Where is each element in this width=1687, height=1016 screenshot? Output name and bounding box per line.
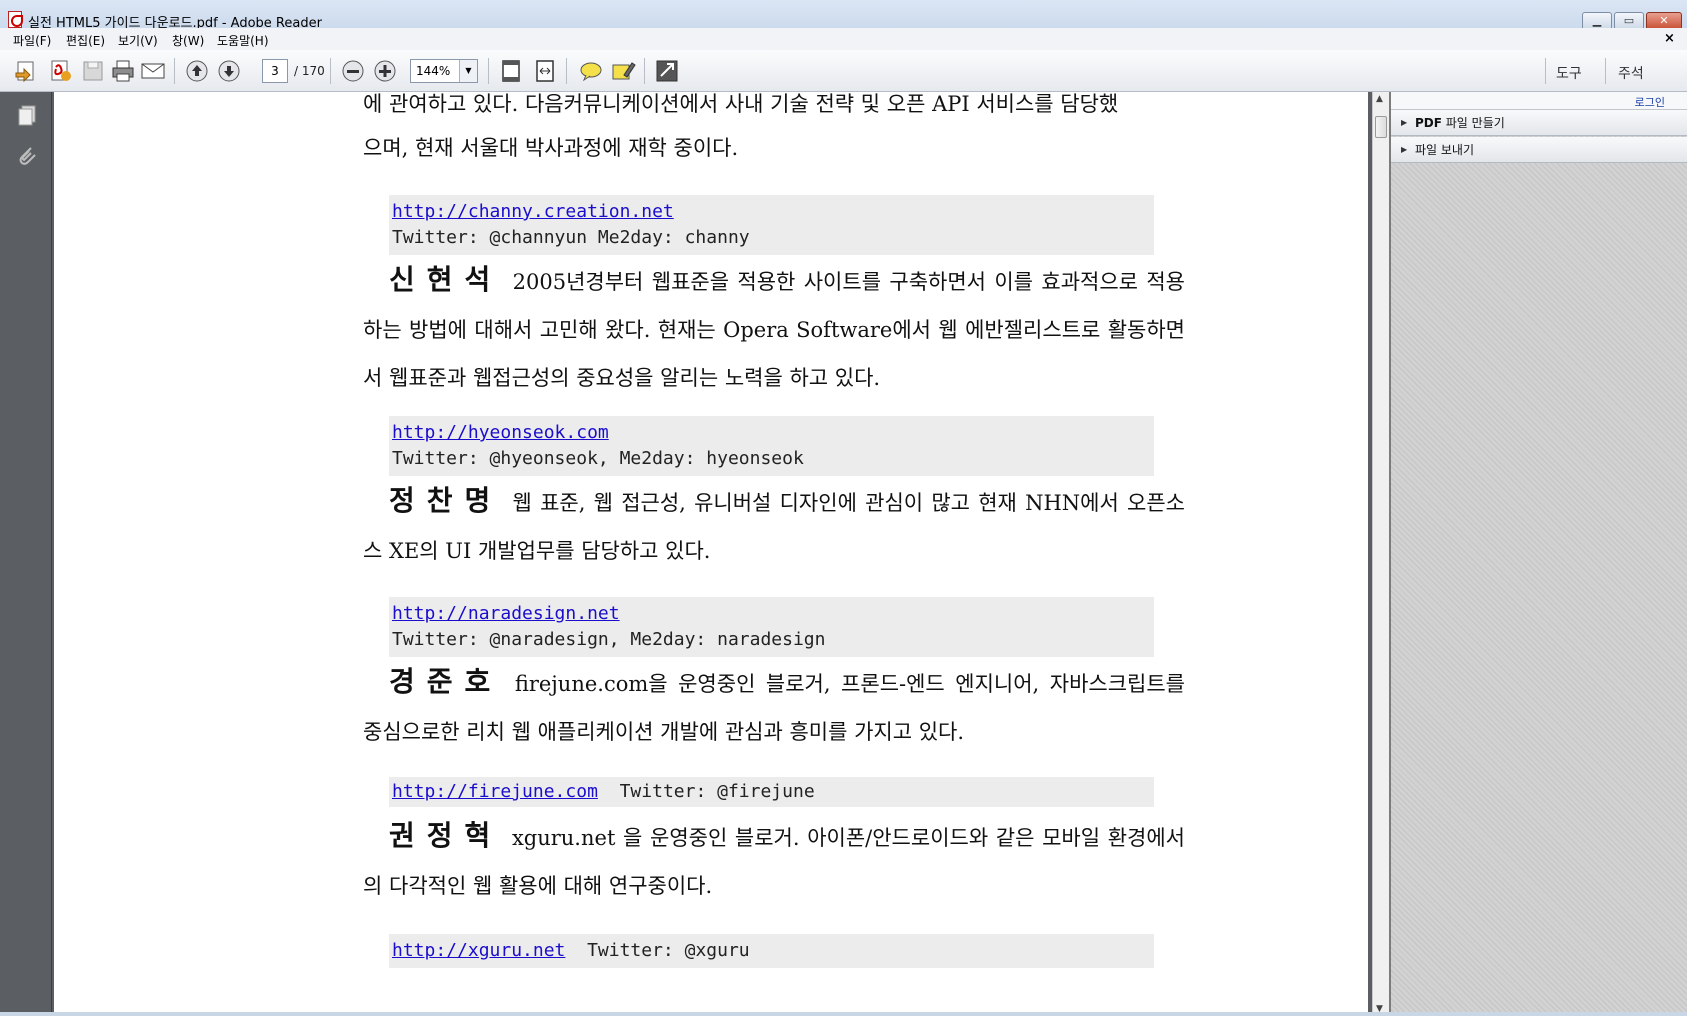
- zoom-in-icon[interactable]: [372, 59, 398, 83]
- twitter-text: Twitter: @xguru: [587, 940, 750, 961]
- login-link[interactable]: 로그인: [1635, 94, 1665, 110]
- separator: [174, 58, 175, 84]
- separator: [566, 58, 567, 84]
- twitter-text: Twitter: @channyun Me2day: channy: [392, 227, 750, 248]
- twitter-text: Twitter: @hyeonseok, Me2day: hyeonseok: [392, 448, 804, 469]
- scroll-up-icon[interactable]: ▲: [1376, 94, 1383, 104]
- zoom-select[interactable]: 144% ▼: [410, 59, 478, 83]
- zoom-out-icon[interactable]: [340, 59, 366, 83]
- panel-label-bold: PDF: [1415, 116, 1442, 130]
- author-name: 경준호: [389, 665, 503, 698]
- paragraph-bio: 권정혁 xguru.net 을 운영중인 블로거. 아이폰/안드로이드와 같은 …: [363, 812, 1185, 910]
- menu-edit[interactable]: 편집(E): [66, 32, 105, 49]
- document-viewport[interactable]: 에 관여하고 있다. 다음커뮤니케이션에서 사내 기술 전략 및 오픈 API …: [52, 92, 1372, 1016]
- contact-box: http://firejune.com Twitter: @firejune: [389, 777, 1154, 807]
- comment-icon[interactable]: [578, 59, 604, 83]
- author-name: 권정혁: [389, 819, 503, 852]
- paragraph-line: 에 관여하고 있다. 다음커뮤니케이션에서 사내 기술 전략 및 오픈 API …: [363, 92, 1119, 116]
- page-thumbnails-icon[interactable]: [16, 104, 38, 126]
- contact-box: http://naradesign.net Twitter: @naradesi…: [389, 597, 1154, 657]
- link-xguru[interactable]: http://xguru.net: [392, 940, 565, 961]
- toolbar: 3 / 170 144% ▼ 도구 주석: [0, 50, 1687, 92]
- chevron-down-icon[interactable]: ▼: [459, 60, 477, 82]
- paragraph-bio: 신현석 2005년경부터 웹표준을 적용한 사이트를 구축하면서 이를 효과적으…: [363, 256, 1185, 402]
- link-hyeonseok[interactable]: http://hyeonseok.com: [392, 422, 609, 443]
- expand-triangle-icon: ▶: [1401, 118, 1408, 127]
- save-icon[interactable]: [80, 59, 106, 83]
- menu-view[interactable]: 보기(V): [118, 32, 158, 49]
- paragraph-intro: 에 관여하고 있다. 다음커뮤니케이션에서 사내 기술 전략 및 오픈 API …: [363, 92, 1185, 170]
- email-icon[interactable]: [140, 59, 166, 83]
- tools-pane: 로그인 ▶ PDF 파일 만들기 ▶ 파일 보내기: [1389, 92, 1687, 1016]
- fit-page-icon[interactable]: [498, 59, 524, 83]
- window-frame-bottom: [0, 1012, 1687, 1016]
- adobe-reader-icon: [8, 11, 23, 28]
- scroll-thumb[interactable]: [1375, 116, 1387, 138]
- author-name: 신현석: [389, 263, 503, 296]
- separator: [488, 58, 489, 84]
- create-pdf-icon[interactable]: [48, 59, 74, 83]
- twitter-text: Twitter: @naradesign, Me2day: naradesign: [392, 629, 826, 650]
- paragraph-bio: 경준호 firejune.com을 운영중인 블로거, 프론드-엔드 엔지니어,…: [363, 658, 1185, 756]
- fit-width-icon[interactable]: [532, 59, 558, 83]
- tools-pane-header: 로그인: [1391, 92, 1687, 110]
- document-close-icon[interactable]: ×: [1664, 31, 1675, 46]
- expand-triangle-icon: ▶: [1401, 145, 1408, 154]
- send-file-panel[interactable]: ▶ 파일 보내기: [1391, 137, 1687, 163]
- previous-page-icon[interactable]: [184, 59, 210, 83]
- panel-label: 파일 만들기: [1441, 116, 1505, 130]
- paragraph-bio: 정찬명 웹 표준, 웹 접근성, 유니버설 디자인에 관심이 많고 현재 NHN…: [363, 477, 1185, 575]
- menu-window[interactable]: 창(W): [172, 32, 204, 49]
- page-total: / 170: [294, 64, 325, 78]
- menu-help[interactable]: 도움말(H): [217, 32, 269, 49]
- next-page-icon[interactable]: [216, 59, 242, 83]
- contact-box: http://hyeonseok.com Twitter: @hyeonseok…: [389, 416, 1154, 476]
- separator: [1545, 58, 1546, 84]
- contact-box: http://xguru.net Twitter: @xguru: [389, 934, 1154, 968]
- menu-file[interactable]: 파일(F): [13, 32, 51, 49]
- link-naradesign[interactable]: http://naradesign.net: [392, 603, 620, 624]
- menu-bar: 파일(F) 편집(E) 보기(V) 창(W) 도움말(H) ×: [0, 28, 1687, 50]
- paragraph-line: 으며, 현재 서울대 박사과정에 재학 중이다.: [363, 136, 739, 160]
- zoom-value: 144%: [416, 64, 451, 78]
- vertical-scrollbar[interactable]: ▲ ▼: [1372, 92, 1389, 1016]
- twitter-text: Twitter: @firejune: [619, 781, 815, 802]
- create-pdf-panel[interactable]: ▶ PDF 파일 만들기: [1391, 110, 1687, 136]
- open-file-icon[interactable]: [14, 59, 40, 83]
- tools-button[interactable]: 도구: [1556, 63, 1582, 83]
- page-number-input[interactable]: 3: [262, 59, 288, 83]
- print-icon[interactable]: [110, 59, 136, 83]
- navigation-panel: [0, 92, 52, 1016]
- expand-icon[interactable]: [654, 59, 680, 83]
- link-firejune[interactable]: http://firejune.com: [392, 781, 598, 802]
- highlight-icon[interactable]: [610, 59, 636, 83]
- attachments-icon[interactable]: [16, 144, 38, 166]
- separator: [644, 58, 645, 84]
- pdf-page: 에 관여하고 있다. 다음커뮤니케이션에서 사내 기술 전략 및 오픈 API …: [54, 92, 1368, 1016]
- comment-pane-button[interactable]: 주석: [1618, 63, 1644, 83]
- panel-label: 파일 보내기: [1415, 143, 1475, 157]
- separator: [1605, 58, 1606, 84]
- link-channy[interactable]: http://channy.creation.net: [392, 201, 674, 222]
- contact-box: http://channy.creation.net Twitter: @cha…: [389, 195, 1154, 255]
- author-name: 정찬명: [389, 484, 503, 517]
- separator: [330, 58, 331, 84]
